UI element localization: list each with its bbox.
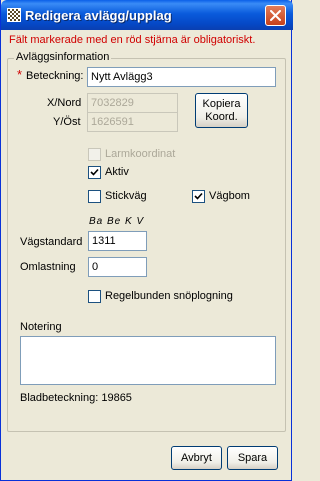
vagstandard-hint: Ba Be K V: [89, 216, 145, 227]
kopiera-button-line2: Koord.: [205, 111, 238, 123]
omlastning-input[interactable]: [88, 257, 147, 277]
stickvag-label: Stickväg: [105, 190, 147, 202]
spara-button[interactable]: Spara: [227, 446, 278, 470]
vagbom-label: Vägbom: [209, 190, 250, 202]
larmkoordinat-checkbox: [88, 148, 101, 161]
beteckning-label: Beteckning:: [26, 70, 84, 82]
kopiera-button-line1: Kopiera: [202, 98, 241, 110]
close-button[interactable]: [265, 5, 286, 26]
required-fields-warning: Fält markerade med en röd stjärna är obl…: [9, 34, 256, 46]
snoplogning-checkbox[interactable]: [88, 290, 101, 303]
aktiv-label: Aktiv: [105, 166, 129, 178]
snoplogning-label: Regelbunden snöplogning: [105, 290, 233, 302]
y-ost-label: Y/Öst: [53, 116, 81, 128]
window-title: Redigera avlägg/upplag: [25, 8, 172, 23]
vagstandard-label: Vägstandard: [20, 236, 83, 248]
notering-label: Notering: [20, 321, 62, 333]
check-icon: [194, 192, 203, 200]
bladbeteckning-text: Bladbeteckning: 19865: [20, 392, 132, 404]
kopiera-koord-button[interactable]: Kopiera Koord.: [195, 93, 248, 128]
check-icon: [90, 168, 99, 176]
dialog-window: Redigera avlägg/upplag Fält markerade me…: [0, 0, 293, 481]
y-ost-input: [87, 112, 178, 132]
x-nord-input: [87, 93, 178, 113]
avbryt-button[interactable]: Avbryt: [171, 446, 222, 470]
close-icon: [270, 10, 281, 21]
vagstandard-input[interactable]: [88, 231, 147, 251]
omlastning-label: Omlastning: [20, 261, 76, 273]
stickvag-checkbox[interactable]: [88, 190, 101, 203]
aktiv-checkbox[interactable]: [88, 166, 101, 179]
required-asterisk: *: [17, 67, 23, 82]
grid-icon: [7, 8, 21, 22]
beteckning-input[interactable]: [87, 67, 276, 87]
group-legend: Avläggsinformation: [14, 51, 112, 63]
larmkoordinat-label: Larmkoordinat: [105, 148, 176, 160]
title-bar[interactable]: Redigera avlägg/upplag: [1, 0, 293, 30]
vagbom-checkbox[interactable]: [192, 190, 205, 203]
notering-textarea[interactable]: [20, 336, 276, 385]
x-nord-label: X/Nord: [47, 97, 82, 109]
